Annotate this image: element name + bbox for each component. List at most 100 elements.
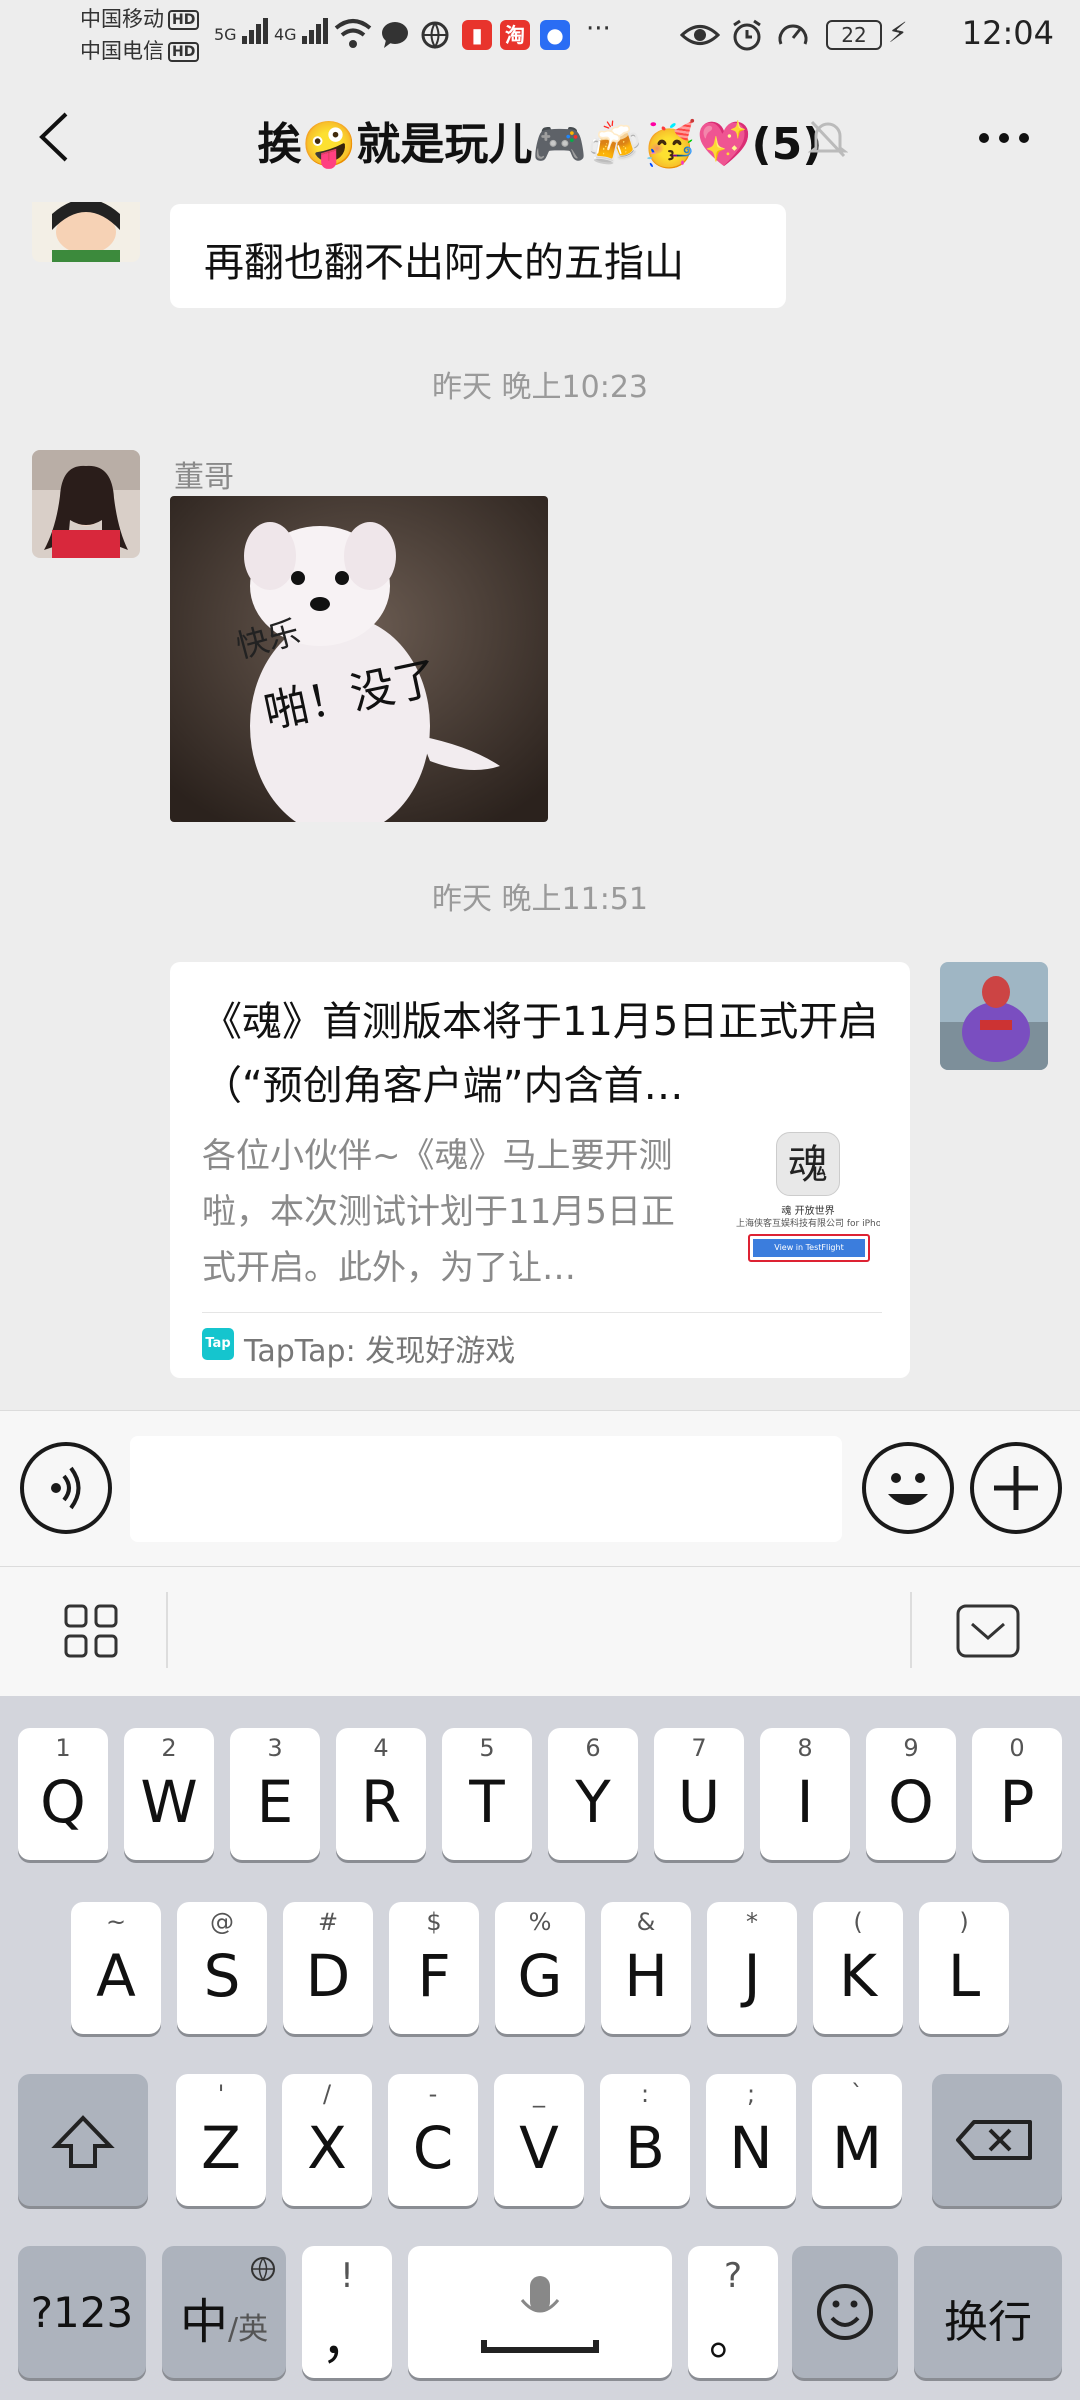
key-secondary-label: 5 (479, 1734, 495, 1762)
avatar[interactable] (32, 450, 140, 558)
key-a[interactable]: ~ A (71, 1902, 161, 2034)
key-label: Z (201, 2114, 241, 2182)
emoji-button[interactable] (862, 1442, 954, 1534)
key-secondary-label: 1 (55, 1734, 71, 1762)
backspace-key[interactable] (932, 2074, 1062, 2206)
key-z[interactable]: ' Z (176, 2074, 266, 2206)
alarm-icon (733, 19, 761, 51)
status-bar: 中国移动 HD 中国电信 HD 5G 4G ▮ 淘 ● ··· 22 ⚡ 12:04 (0, 0, 1080, 72)
key-label: G (517, 1942, 563, 2010)
key-label: P (999, 1768, 1035, 1836)
key-label: A (96, 1942, 136, 2010)
enter-key-label: 换行 (944, 2297, 1032, 2348)
key-n[interactable]: ; N (706, 2074, 796, 2206)
key-d[interactable]: # D (283, 1902, 373, 2034)
key-label: R (360, 1768, 402, 1836)
language-key-sub: /英 (228, 2312, 269, 2347)
signal-5g: 5G (214, 18, 270, 44)
thumbnail-caption: 魂 开放世界 (781, 1206, 835, 1217)
sticker-image[interactable]: 快乐 啪！没了 (170, 496, 548, 822)
key-label: O (888, 1768, 934, 1836)
key-x[interactable]: / X (282, 2074, 372, 2206)
key-secondary-label: ~ (105, 1908, 127, 1936)
key-y[interactable]: 6Y (548, 1728, 638, 1860)
enter-key[interactable]: 换行 (914, 2246, 1062, 2378)
key-l[interactable]: ) L (919, 1902, 1009, 2034)
more-dots-icon[interactable] (976, 130, 1032, 146)
thumbnail-caption-2: 上海侠客互娱科技有限公司 for iPhone (736, 1219, 880, 1229)
key-p[interactable]: 0P (972, 1728, 1062, 1860)
key-v[interactable]: _ V (494, 2074, 584, 2206)
key-w[interactable]: 2W (124, 1728, 214, 1860)
thumbnail-button: View in TestFlight (753, 1239, 865, 1257)
grid-icon[interactable] (64, 1604, 118, 1658)
taptap-logo-icon: Tap (202, 1328, 234, 1360)
key-secondary-label: 9 (903, 1734, 919, 1762)
key-u[interactable]: 7U (654, 1728, 744, 1860)
key-k[interactable]: (K (813, 1902, 903, 2034)
key-r[interactable]: 4R (336, 1728, 426, 1860)
key-t[interactable]: 5T (442, 1728, 532, 1860)
comma-key-main: ， (320, 2311, 373, 2371)
key-m[interactable]: ` M (812, 2074, 902, 2206)
key-secondary-label: ( (853, 1908, 863, 1936)
key-secondary-label: : (640, 2080, 650, 2108)
message-text: 再翻也翻不出阿大的五指山 (204, 240, 684, 286)
message-input[interactable] (130, 1436, 842, 1542)
key-c[interactable]: -C (388, 2074, 478, 2206)
key-q[interactable]: 1Q (18, 1728, 108, 1860)
space-key[interactable] (408, 2246, 672, 2378)
key-label: B (625, 2114, 665, 2182)
voice-button[interactable] (20, 1442, 112, 1534)
plus-icon (994, 1466, 1038, 1510)
shift-icon (51, 2115, 115, 2168)
wifi-icon (334, 19, 372, 48)
key-label: I (796, 1768, 814, 1836)
shift-key[interactable] (18, 2074, 148, 2206)
mute-bell-icon (808, 120, 848, 158)
key-label: C (412, 2114, 454, 2182)
keyboard-row-2: ~ A @ S # D $ F% G & H * J(K) L (0, 1902, 1080, 2034)
period-key[interactable]: ? 。 (688, 2246, 778, 2378)
comma-key[interactable]: ! ， (302, 2246, 392, 2378)
key-label: D (305, 1942, 351, 2010)
status-time: 12:04 (961, 14, 1054, 52)
keyboard-toolbar (0, 1566, 1080, 1696)
key-b[interactable]: :B (600, 2074, 690, 2206)
key-j[interactable]: * J (707, 1902, 797, 2034)
key-e[interactable]: 3E (230, 1728, 320, 1860)
key-f[interactable]: $ F (389, 1902, 479, 2034)
key-h[interactable]: & H (601, 1902, 691, 2034)
key-secondary-label: / (322, 2080, 332, 2108)
key-label: Y (575, 1768, 611, 1836)
timestamp: 昨天 晚上10:23 (432, 370, 648, 405)
key-i[interactable]: 8I (760, 1728, 850, 1860)
backspace-icon (956, 2120, 1032, 2160)
globe-status-icon (421, 21, 449, 49)
shared-link-card[interactable]: 《魂》首测版本将于11月5日正式开启（“预创角客户端”内含首… 各位小伙伴~《魂… (170, 962, 910, 1378)
more-status-icons: ··· (586, 14, 611, 44)
avatar-self[interactable] (940, 962, 1048, 1070)
taobao-app-icon: 淘 (500, 20, 530, 50)
sender-name: 董哥 (174, 460, 234, 495)
emoji-icon (888, 1473, 928, 1505)
key-label: S (203, 1942, 241, 2010)
key-g[interactable]: % G (495, 1902, 585, 2034)
key-label: J (743, 1942, 761, 2010)
key-label: L (947, 1942, 981, 2010)
message-bubble[interactable]: 再翻也翻不出阿大的五指山 (170, 204, 786, 308)
emoji-key[interactable] (792, 2246, 898, 2378)
voice-icon (51, 1466, 81, 1510)
key-s[interactable]: @ S (177, 1902, 267, 2034)
period-key-main: 。 (708, 2310, 757, 2366)
key-secondary-label: 6 (585, 1734, 601, 1762)
key-secondary-label: 2 (161, 1734, 177, 1762)
language-key[interactable]: 中 /英 (162, 2246, 286, 2378)
keyboard-hide-icon[interactable] (956, 1604, 1020, 1658)
numbers-key[interactable]: ?123 (18, 2246, 146, 2378)
key-o[interactable]: 9O (866, 1728, 956, 1860)
keyboard-row-3: ' Z / X - C _ V: B; N ` M (0, 2074, 1080, 2206)
thumbnail-button-frame: View in TestFlight (748, 1234, 870, 1262)
plus-button[interactable] (970, 1442, 1062, 1534)
key-secondary-label: @ (210, 1908, 234, 1936)
